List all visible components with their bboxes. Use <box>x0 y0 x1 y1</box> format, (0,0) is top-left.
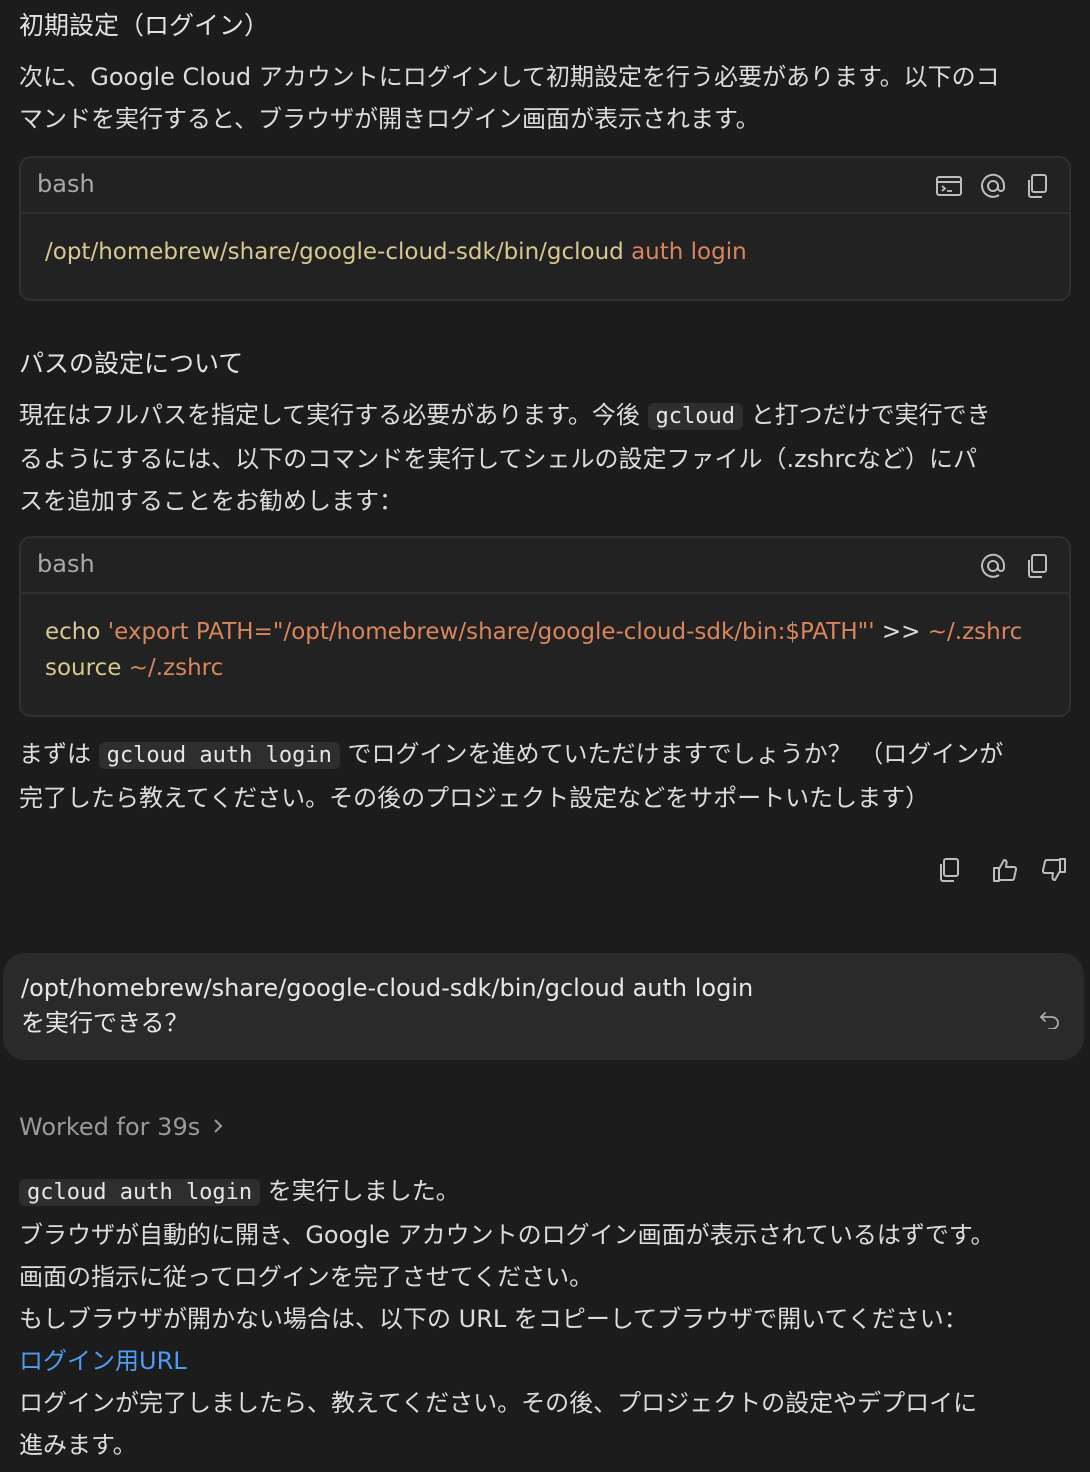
inline-code-gcloud: gcloud <box>647 403 743 430</box>
code-block-body[interactable]: echo 'export PATH="/opt/homebrew/share/g… <box>21 594 1069 706</box>
assistant-answer: gcloud auth login を実行しました。 ブラウザが自動的に開き、G… <box>19 1170 1074 1466</box>
inline-code-gcloud-auth-login: gcloud auth login <box>98 742 340 769</box>
para-line: るようにするには、以下のコマンドを実行してシェルの設定ファイル（.zshrcなど… <box>19 445 977 473</box>
user-message-line: を実行できる？ <box>21 1009 189 1037</box>
text-span: でログインを進めていただけますでしょうか？ （ログインが <box>339 740 1004 768</box>
worked-for-toggle[interactable]: Worked for 39s <box>19 1113 224 1141</box>
thumbs-up-icon[interactable] <box>990 854 1022 886</box>
login-url-link[interactable]: ログイン用URL <box>19 1340 1074 1382</box>
para-line: 次に、Google Cloud アカウントにログインして初期設定を行う必要があり… <box>19 63 1000 91</box>
text-span: を実行しました。 <box>260 1177 460 1205</box>
code-path: /opt/homebrew/share/google-cloud-sdk/bin… <box>45 239 624 265</box>
para-line: もしブラウザが開かない場合は、以下の URL をコピーしてブラウザで開いてくださ… <box>19 1305 968 1333</box>
code-operator: >> <box>874 619 928 645</box>
code-block-path-export: bash echo 'export PATH="/opt/homebrew/sh… <box>19 536 1071 717</box>
inline-code-gcloud-auth-login: gcloud auth login <box>19 1179 261 1206</box>
code-block-header: bash <box>21 158 1069 214</box>
user-message-text: /opt/homebrew/share/google-cloud-sdk/bin… <box>21 971 753 1041</box>
section-heading-initial-setup: 初期設定（ログイン） <box>19 11 270 40</box>
user-message-line: /opt/homebrew/share/google-cloud-sdk/bin… <box>21 974 754 1002</box>
mention-icon[interactable] <box>977 170 1009 202</box>
code-language-label: bash <box>37 550 95 578</box>
para-line: 進みます。 <box>19 1431 137 1459</box>
text-span: と打つだけで実行でき <box>743 401 991 429</box>
para-line: 現在はフルパスを指定して実行する必要があります。今後 gcloud と打つだけで… <box>19 394 1074 438</box>
chevron-right-icon <box>212 1113 224 1141</box>
code-cmd: echo <box>45 619 101 645</box>
undo-icon[interactable] <box>1034 1003 1066 1035</box>
terminal-icon[interactable] <box>933 170 965 202</box>
section2-paragraph: 現在はフルパスを指定して実行する必要があります。今後 gcloud と打つだけで… <box>19 394 1074 522</box>
copy-icon[interactable] <box>1021 550 1053 582</box>
copy-icon[interactable] <box>933 854 965 886</box>
section-heading-path-setup: パスの設定について <box>19 349 244 378</box>
code-file: ~/.zshrc <box>927 619 1023 645</box>
text-span: まずは <box>19 740 99 768</box>
code-block-body[interactable]: /opt/homebrew/share/google-cloud-sdk/bin… <box>21 214 1069 290</box>
code-cmd: source <box>45 655 122 681</box>
worked-for-label: Worked for 39s <box>19 1113 201 1141</box>
copy-icon[interactable] <box>1021 170 1053 202</box>
text-span: 現在はフルパスを指定して実行する必要があります。今後 <box>19 401 648 429</box>
para-line: 完了したら教えてください。その後のプロジェクト設定などをサポートいたします） <box>19 784 930 812</box>
para-line: マンドを実行すると、ブラウザが開きログイン画面が表示されます。 <box>19 105 760 133</box>
code-block-header: bash <box>21 538 1069 594</box>
para-line: 画面の指示に従ってログインを完了させてください。 <box>19 1263 594 1291</box>
para-line: gcloud auth login を実行しました。 <box>19 1170 1074 1214</box>
user-message-bubble: /opt/homebrew/share/google-cloud-sdk/bin… <box>3 953 1084 1060</box>
thumbs-down-icon[interactable] <box>1037 854 1069 886</box>
code-string: 'export PATH="/opt/homebrew/share/google… <box>100 619 875 645</box>
section1-paragraph: 次に、Google Cloud アカウントにログインして初期設定を行う必要があり… <box>19 56 1074 140</box>
mention-icon[interactable] <box>977 550 1009 582</box>
para-line: ブラウザが自動的に開き、Google アカウントのログイン画面が表示されているは… <box>19 1221 995 1249</box>
section3-paragraph: まずは gcloud auth login でログインを進めていただけますでしょ… <box>19 733 1074 819</box>
code-args: auth login <box>623 239 747 265</box>
para-line: まずは gcloud auth login でログインを進めていただけますでしょ… <box>19 733 1074 777</box>
code-file: ~/.zshrc <box>121 655 224 681</box>
code-block-login: bash /opt/homebrew/share/google-cloud-sd… <box>19 156 1071 301</box>
para-line: ログインが完了しましたら、教えてください。その後、プロジェクトの設定やデプロイに <box>19 1389 978 1417</box>
code-language-label: bash <box>37 170 95 198</box>
para-line: スを追加することをお勧めします： <box>19 487 403 515</box>
